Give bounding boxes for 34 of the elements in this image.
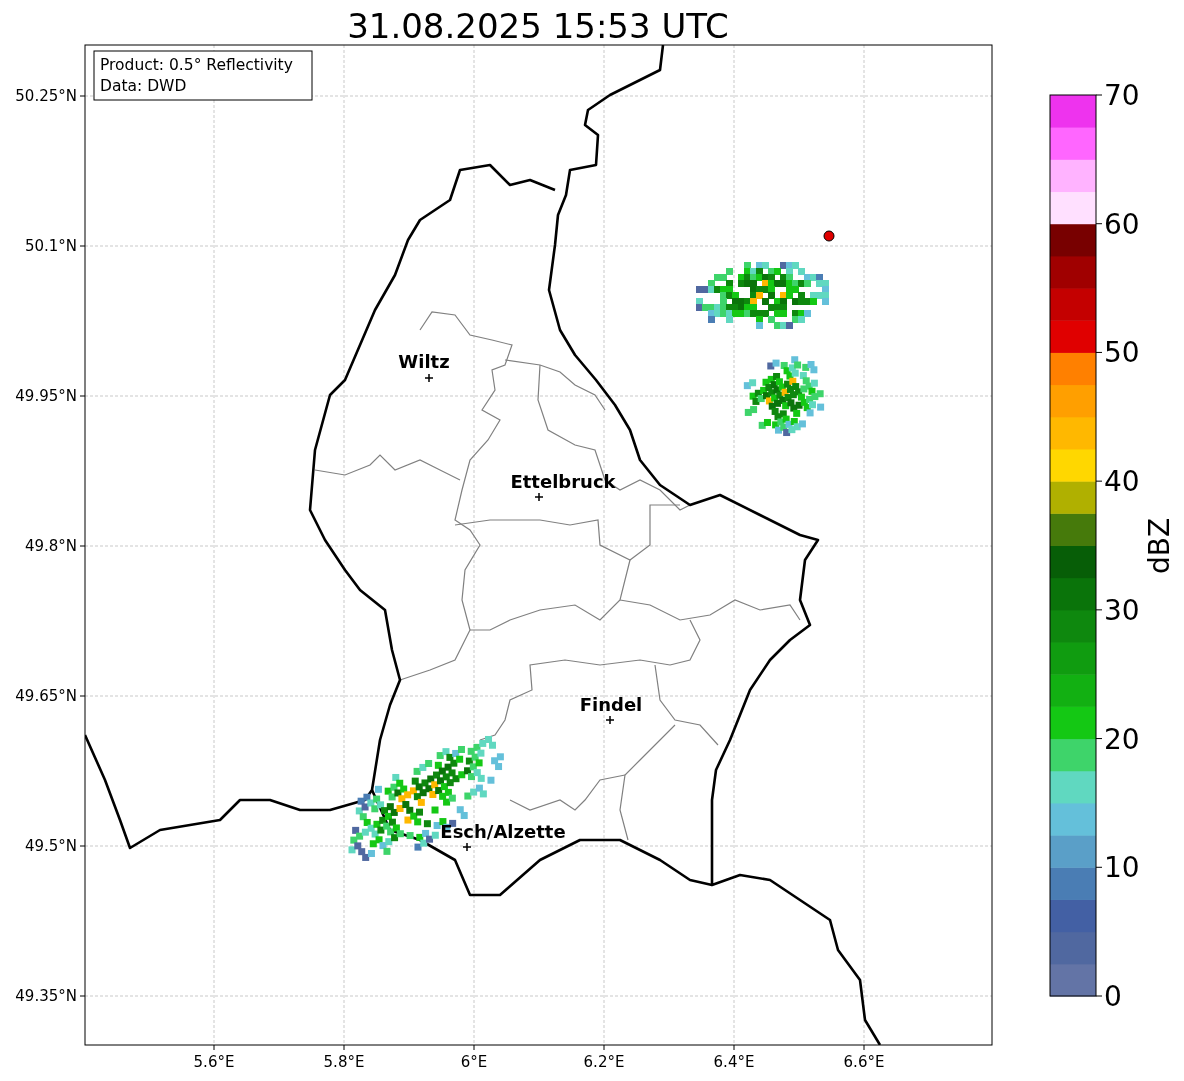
- latitude-label: 50.25°N: [15, 87, 77, 105]
- info-text: Product: 0.5° Reflectivity: [100, 56, 293, 74]
- info-text: Data: DWD: [100, 77, 187, 95]
- colorbar-tick-label: 20: [1104, 722, 1140, 756]
- longitude-label: 6.4°E: [713, 1053, 755, 1071]
- chart-title: 31.08.2025 15:53 UTC: [347, 6, 729, 46]
- latitude-label: 49.5°N: [24, 837, 77, 855]
- latitude-label: 50.1°N: [24, 237, 77, 255]
- longitude-label: 6°E: [460, 1053, 488, 1071]
- colorbar-tick-label: 40: [1104, 465, 1140, 499]
- longitude-label: 6.2°E: [583, 1053, 625, 1071]
- city-label: Findel: [579, 694, 643, 715]
- city-label: Wiltz: [398, 351, 450, 372]
- latitude-label: 49.8°N: [24, 537, 77, 555]
- city-marker-icon: [605, 715, 615, 725]
- radar-site-marker: [823, 230, 835, 242]
- colorbar-tick-label: 50: [1104, 336, 1140, 370]
- latitude-label: 49.95°N: [15, 387, 77, 405]
- latitude-label: 49.35°N: [15, 987, 77, 1005]
- city-label: Esch/Alzette: [440, 821, 566, 842]
- colorbar-tick-label: 0: [1104, 980, 1122, 1013]
- city-marker-icon: [462, 842, 472, 852]
- longitude-label: 5.8°E: [323, 1053, 365, 1071]
- colorbar-tick-label: 30: [1104, 593, 1140, 627]
- colorbar-label: dBZ: [1143, 517, 1176, 575]
- colorbar-tick-label: 10: [1104, 851, 1140, 885]
- colorbar-tick-label: 60: [1104, 207, 1140, 241]
- city-marker-icon: [424, 373, 434, 383]
- city-label: Ettelbruck: [510, 471, 616, 492]
- colorbar-tick-label: 70: [1104, 79, 1140, 112]
- longitude-label: 6.6°E: [843, 1053, 885, 1071]
- latitude-label: 49.65°N: [15, 687, 77, 705]
- city-marker-icon: [534, 492, 544, 502]
- longitude-label: 5.6°E: [193, 1053, 235, 1071]
